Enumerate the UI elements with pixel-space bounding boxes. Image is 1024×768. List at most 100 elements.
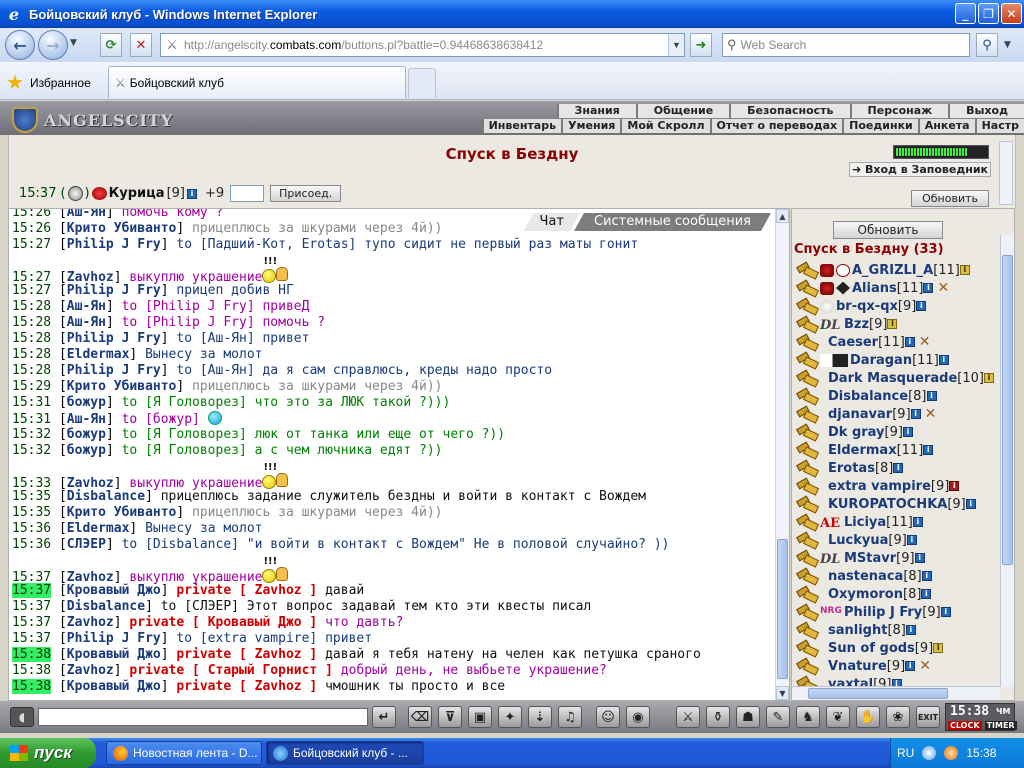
room-user-name[interactable]: Caeser [828, 335, 878, 350]
clan-dl-icon[interactable]: DL [820, 318, 842, 333]
menu-security[interactable]: Безопасность [729, 104, 850, 118]
private-recipient[interactable]: private [ Старый Горнист ] [129, 663, 333, 678]
message-author[interactable]: Кровавый Джо [67, 647, 161, 662]
clan-emblem-icon[interactable] [820, 281, 834, 295]
room-user[interactable]: DL Bzz [9] i [796, 315, 998, 333]
user-info-icon[interactable]: i [938, 355, 949, 365]
menu-transfer-report[interactable]: Отчет о переводах [709, 119, 843, 133]
forward-button[interactable]: → [38, 30, 68, 60]
room-user[interactable]: KUROPATOCHKA [9] i [796, 495, 998, 513]
room-user[interactable]: Luckyua [9] i [796, 531, 998, 549]
clan-emblem-icon[interactable] [820, 353, 848, 367]
private-message-icon[interactable] [796, 281, 818, 295]
message-author[interactable]: Аш-Ян [67, 209, 106, 220]
room-user-name[interactable]: extra vampire [828, 479, 931, 494]
go-button[interactable]: ➜ [690, 33, 712, 57]
message-time[interactable]: 15:36 [12, 521, 51, 536]
room-user[interactable]: A_GRIZLI_A [11] i [796, 261, 998, 279]
message-time[interactable]: 15:28 [12, 331, 51, 346]
user-nick[interactable]: Курица [109, 186, 165, 201]
private-recipient[interactable]: private [ Кровавый Джо ] [129, 615, 317, 630]
user-info-icon[interactable]: i [887, 319, 898, 329]
back-button[interactable]: ← [5, 30, 35, 60]
new-tab-button[interactable] [408, 68, 436, 98]
send-icon[interactable]: ↵ [372, 706, 396, 728]
hands-icon[interactable]: ✋ [856, 706, 880, 728]
message-time[interactable]: 15:38 [12, 647, 52, 662]
fight-icon[interactable]: ✦ [498, 706, 522, 728]
user-info-icon[interactable]: i [933, 643, 944, 653]
room-user-name[interactable]: A_GRIZLI_A [852, 263, 933, 278]
user-info-icon[interactable]: i [940, 607, 951, 617]
message-time[interactable]: 15:37 [12, 615, 51, 630]
menu-fights[interactable]: Поединки [842, 119, 918, 133]
message-recipient[interactable]: to [божур] [122, 412, 200, 427]
message-author[interactable]: Philip J Fry [67, 363, 161, 378]
message-time[interactable]: 15:35 [12, 489, 51, 504]
user-list-scrollbar[interactable] [1000, 235, 1014, 687]
room-user[interactable]: Vnature [9] i ✕ [796, 657, 998, 675]
room-user[interactable]: Eldermax [11] i [796, 441, 998, 459]
private-message-icon[interactable] [796, 299, 818, 313]
scroll-icon[interactable]: ✎ [766, 706, 790, 728]
user-info-icon[interactable]: i [906, 535, 917, 545]
task-news-feed[interactable]: Новостная лента - D... [106, 741, 262, 765]
message-time[interactable]: 15:27 [12, 237, 51, 252]
message-time[interactable]: 15:37 [12, 583, 52, 598]
room-user-name[interactable]: Liciya [844, 515, 886, 530]
start-button[interactable]: пуск [0, 738, 96, 768]
private-message-icon[interactable] [796, 515, 818, 529]
private-message-icon[interactable] [796, 371, 818, 385]
private-message-icon[interactable] [796, 443, 818, 457]
tab-system-messages[interactable]: Системные сообщения [574, 213, 771, 231]
bag-icon[interactable]: ⚱ [706, 706, 730, 728]
user-info-icon[interactable]: i [959, 265, 970, 275]
room-user-name[interactable]: Bzz [844, 317, 869, 332]
message-author[interactable]: Eldermax [67, 347, 130, 362]
message-author[interactable]: Zavhoz [67, 663, 114, 678]
message-time[interactable]: 15:28 [12, 363, 51, 378]
user-info-icon[interactable]: i [921, 589, 932, 599]
room-user[interactable]: Daragan [11] i [796, 351, 998, 369]
private-message-icon[interactable] [796, 407, 818, 421]
message-author[interactable]: Zavhoz [67, 615, 114, 630]
private-message-icon[interactable] [796, 479, 818, 493]
message-time[interactable]: 15:28 [12, 315, 51, 330]
message-author[interactable]: Аш-Ян [67, 412, 106, 427]
task-fight-club[interactable]: Бойцовский клуб - ... [266, 741, 424, 765]
message-time[interactable]: 15:38 [12, 679, 52, 694]
sound-icon[interactable]: ♫ [558, 706, 582, 728]
history-dropdown-icon[interactable]: ▼ [70, 38, 77, 48]
room-user-name[interactable]: br-qx-qx [836, 299, 898, 314]
user-info-icon[interactable]: i [949, 481, 960, 491]
room-user[interactable]: Oxymoron [8] i [796, 585, 998, 603]
menu-character[interactable]: Персонаж [849, 104, 949, 118]
paw-icon[interactable]: ❀ [886, 706, 910, 728]
message-recipient[interactable]: to [Philip J Fry] [122, 299, 255, 314]
room-user-name[interactable]: KUROPATOCHKA [828, 497, 947, 512]
message-time[interactable]: 15:28 [12, 299, 51, 314]
room-user[interactable]: Dark Masquerade [10] i [796, 369, 998, 387]
private-message-icon[interactable] [796, 587, 818, 601]
smiles-icon[interactable]: ☺ [596, 706, 620, 728]
room-user-name[interactable]: Dk gray [828, 425, 885, 440]
search-box[interactable]: ⚲ Web Search [722, 33, 970, 57]
user-list-hscrollbar[interactable] [792, 686, 1000, 700]
private-message-icon[interactable] [796, 335, 818, 349]
room-user-name[interactable]: Luckyua [828, 533, 888, 548]
clan-ae-icon[interactable]: AE [820, 516, 842, 531]
private-message-icon[interactable] [796, 353, 818, 367]
message-author[interactable]: божур [67, 427, 106, 442]
room-user[interactable]: Alians [11] i ✕ [796, 279, 998, 297]
clock-label[interactable]: CLOCK [948, 721, 982, 730]
private-message-icon[interactable] [796, 317, 818, 331]
private-message-icon[interactable] [796, 461, 818, 475]
menu-skills[interactable]: Умения [561, 119, 621, 133]
refresh-location-button[interactable]: Обновить [911, 190, 989, 207]
private-message-icon[interactable] [796, 569, 818, 583]
message-author[interactable]: Philip J Fry [67, 331, 161, 346]
scroll-down-icon[interactable]: ▼ [776, 686, 789, 700]
message-recipient[interactable]: to [extra vampire] [176, 631, 317, 646]
message-time[interactable]: 15:26 [12, 221, 51, 236]
room-user[interactable]: Disbalance [8] i [796, 387, 998, 405]
